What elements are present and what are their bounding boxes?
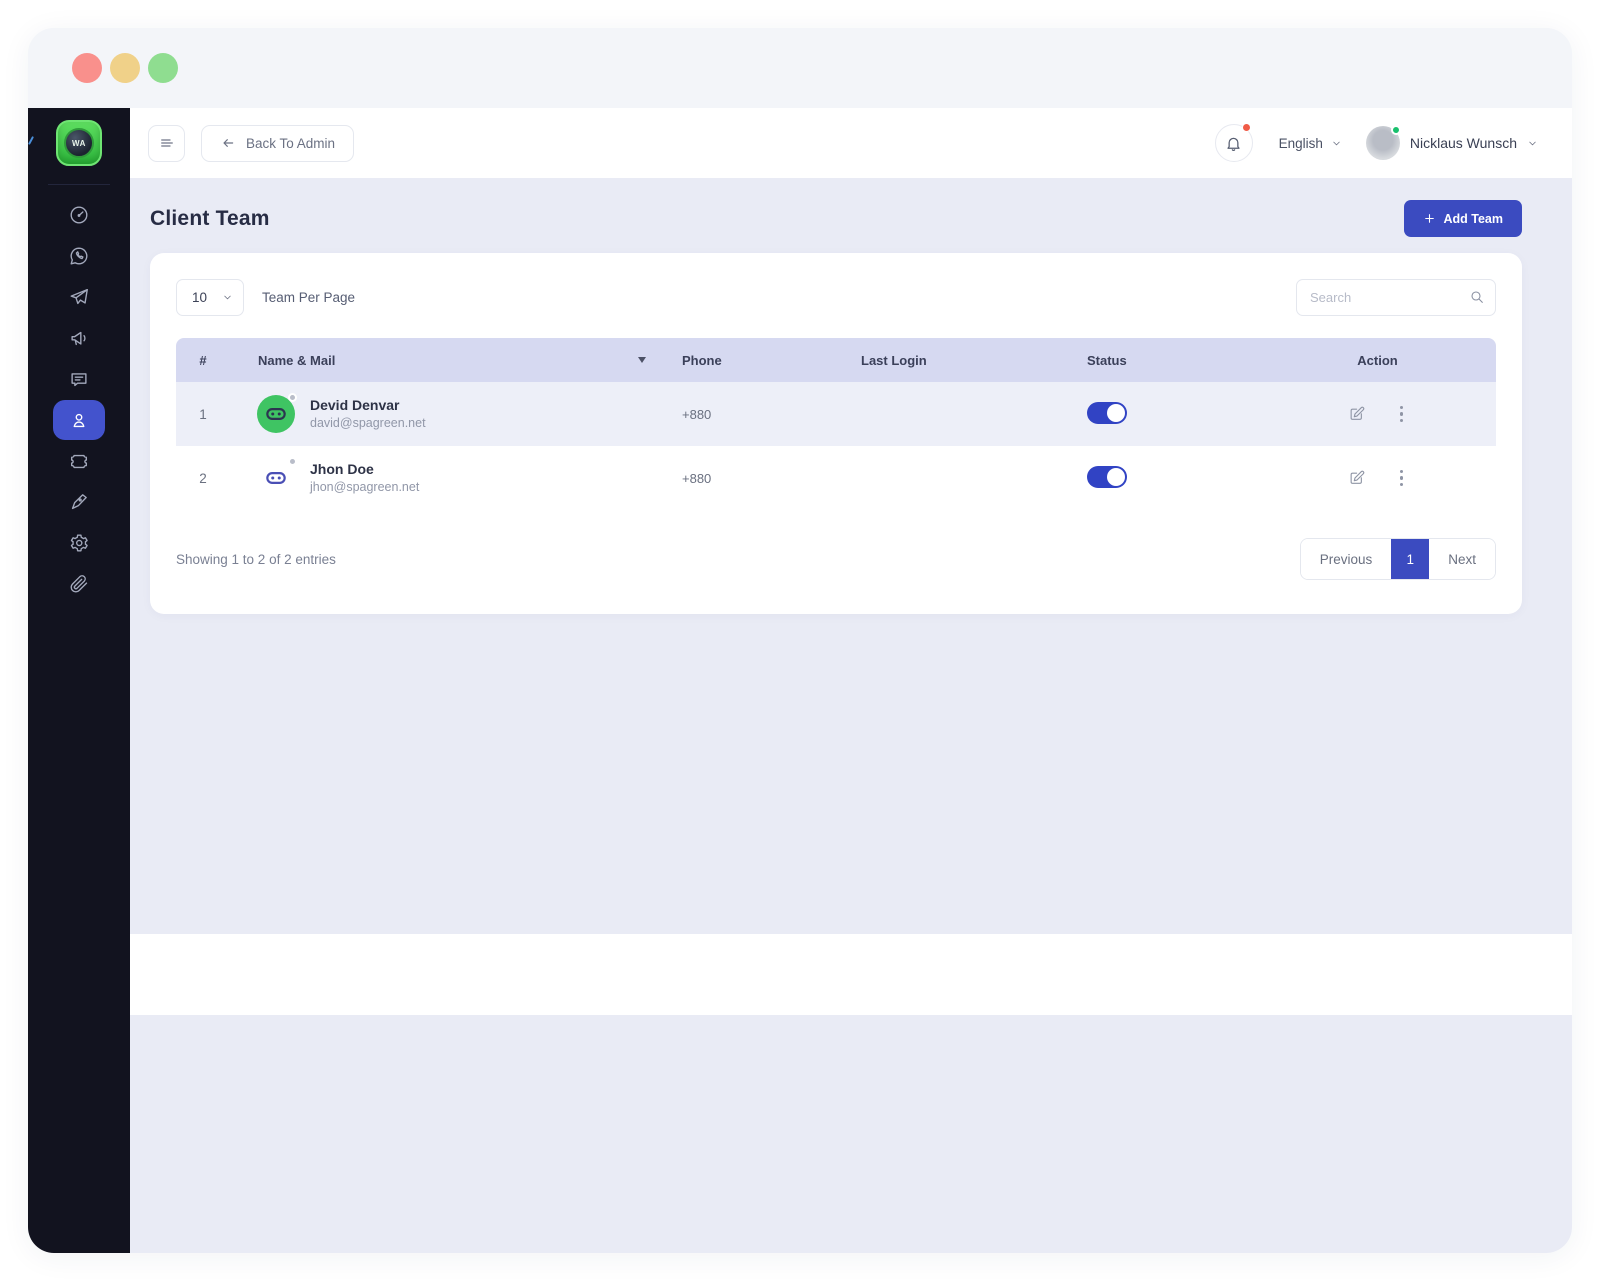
header-phone: Phone [654,353,833,368]
member-name: Devid Denvar [310,396,426,415]
back-to-admin-label: Back To Admin [246,136,335,151]
header-name-mail: Name & Mail [258,353,335,368]
sidebar-item-whatsapp[interactable] [53,236,105,276]
header-last-login: Last Login [833,353,1059,368]
previous-page-button[interactable]: Previous [1301,539,1392,579]
sidebar-item-settings[interactable] [53,523,105,563]
zoom-window-button[interactable] [148,53,178,83]
pagination: Previous 1 Next [1300,538,1496,580]
search-input[interactable] [1296,279,1496,316]
row-index: 1 [176,407,230,422]
language-selector[interactable]: English [1279,136,1342,151]
row-more-menu[interactable] [1396,466,1408,491]
entries-summary: Showing 1 to 2 of 2 entries [176,552,336,567]
notifications-button[interactable] [1215,124,1253,162]
robot-avatar-icon [263,465,289,491]
table-row: 1 Devid Denvar david [176,382,1496,446]
app-window: WA [28,28,1572,1253]
header-status: Status [1059,353,1259,368]
os-titlebar [28,28,1572,108]
sidebar-item-dashboard[interactable] [53,195,105,235]
sidebar-item-ticket[interactable] [53,441,105,481]
table-header-row: # Name & Mail Phone Last Login Status Ac… [176,338,1496,382]
sidebar: WA [28,108,130,1253]
online-status-dot [1391,125,1401,135]
logo-tick-mark [28,136,34,145]
hamburger-menu-icon [158,134,176,152]
add-team-button[interactable]: Add Team [1404,200,1523,237]
sort-descending-icon[interactable] [638,357,646,363]
per-page-select[interactable]: 10 [176,279,244,316]
edit-icon[interactable] [1348,469,1366,487]
page-content: Client Team Add Team 10 Team Per Page [130,178,1572,934]
minimize-window-button[interactable] [110,53,140,83]
status-toggle[interactable] [1087,466,1127,488]
sidebar-nav [53,195,105,605]
chevron-down-icon [222,292,233,303]
logo-text: WA [64,128,94,158]
robot-avatar-icon [263,401,289,427]
row-more-menu[interactable] [1396,402,1408,427]
per-page-value: 10 [192,290,207,305]
sidebar-divider [48,184,110,185]
status-toggle[interactable] [1087,402,1127,424]
top-navbar: Back To Admin English Nicklaus Wunsch [130,108,1572,178]
sidebar-toggle-button[interactable] [148,125,185,162]
table-row: 2 Jhon Doe jhon@spag [176,446,1496,510]
footer-area [130,1015,1572,1253]
header-index: # [176,353,230,368]
bell-icon [1224,134,1243,153]
row-index: 2 [176,471,230,486]
plus-icon [1423,212,1436,225]
member-name: Jhon Doe [310,460,419,479]
member-email: jhon@spagreen.net [310,479,419,496]
presence-dot [288,457,297,466]
header-action: Action [1259,353,1496,368]
page-title: Client Team [150,207,270,231]
chevron-down-icon [1331,138,1342,149]
per-page-label: Team Per Page [262,290,355,305]
sidebar-item-pen[interactable] [53,482,105,522]
close-window-button[interactable] [72,53,102,83]
chevron-down-icon [1527,138,1538,149]
chat-message-icon [68,368,90,390]
sidebar-item-telegram[interactable] [53,277,105,317]
next-page-button[interactable]: Next [1429,539,1495,579]
search-icon [1469,289,1485,305]
whatsapp-icon [68,245,90,267]
user-menu[interactable]: Nicklaus Wunsch [1366,126,1538,160]
whatsapp-agent-logo: WA [56,120,102,166]
page-number-button[interactable]: 1 [1391,539,1429,579]
telegram-send-icon [68,286,90,308]
notification-badge [1242,123,1251,132]
member-avatar [257,395,295,433]
user-avatar [1366,126,1400,160]
member-phone: +880 [654,407,833,422]
presence-dot [288,393,297,402]
back-to-admin-button[interactable]: Back To Admin [201,125,354,162]
member-avatar [257,459,295,497]
team-person-icon [68,409,90,431]
paperclip-icon [68,573,90,595]
app-logo[interactable]: WA [56,120,102,166]
user-name: Nicklaus Wunsch [1410,135,1517,151]
edit-icon[interactable] [1348,405,1366,423]
language-label: English [1279,136,1323,151]
team-table: # Name & Mail Phone Last Login Status Ac… [176,338,1496,510]
ticket-icon [68,450,90,472]
dashboard-gauge-icon [68,204,90,226]
pen-icon [68,491,90,513]
settings-gear-icon [68,532,90,554]
add-team-label: Add Team [1444,212,1504,226]
content-gap [130,934,1572,1015]
member-email: david@spagreen.net [310,415,426,432]
arrow-left-icon [220,135,236,151]
megaphone-icon [68,327,90,349]
team-table-card: 10 Team Per Page # [150,253,1522,614]
sidebar-item-campaign[interactable] [53,318,105,358]
sidebar-item-client-team[interactable] [53,400,105,440]
sidebar-item-attachment[interactable] [53,564,105,604]
member-phone: +880 [654,471,833,486]
sidebar-item-chat[interactable] [53,359,105,399]
